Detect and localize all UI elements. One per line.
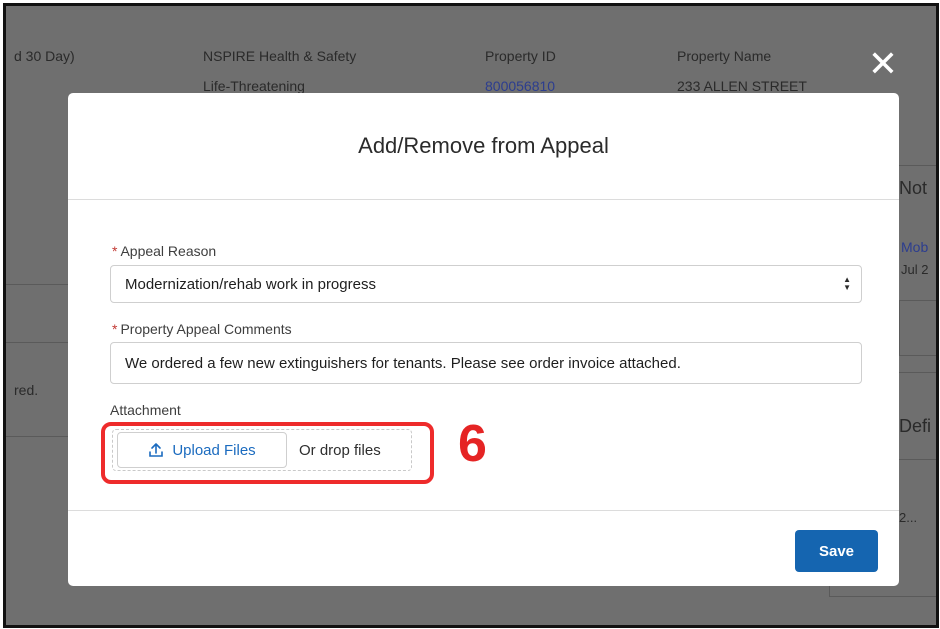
bg-health-safety-label: NSPIRE Health & Safety [203,48,357,64]
bg-property-name-label: Property Name [677,48,772,64]
comments-label: * Property Appeal Comments [112,321,292,337]
bg-divider [6,342,68,343]
select-arrows-icon: ▲ ▼ [843,275,851,292]
attachment-label: Attachment [110,402,181,418]
appeal-reason-label: * Appeal Reason [112,243,216,259]
comments-value: We ordered a few new extinguishers for t… [125,354,681,372]
bg-notes-heading: Not [899,178,928,198]
comments-label-text: Property Appeal Comments [120,321,292,337]
required-indicator: * [112,321,118,337]
bg-status-fragment: red. [14,382,39,398]
appeal-modal: Add/Remove from Appeal * Appeal Reason Mo… [68,93,899,586]
save-button[interactable]: Save [795,530,878,572]
appeal-reason-label-text: Appeal Reason [120,243,217,259]
bg-property-id-link[interactable]: 800056810 [485,78,555,94]
comments-input[interactable]: We ordered a few new extinguishers for t… [110,342,862,384]
bg-divider [899,165,936,166]
appeal-reason-value: Modernization/rehab work in progress [125,275,376,293]
bg-mob-link[interactable]: Mob [901,239,928,255]
annotation-step-number: 6 [458,415,487,473]
appeal-reason-select[interactable]: Modernization/rehab work in progress ▲ ▼ [110,265,862,303]
screenshot-frame: d 30 Day) NSPIRE Health & Safety Life-Th… [3,3,939,628]
bg-divider [6,284,68,285]
bg-deficiency-heading: Defi [899,416,932,436]
bg-divider [6,436,68,437]
bg-date: Jul 2 [901,262,929,277]
close-icon[interactable]: ✕ [866,46,900,82]
required-indicator: * [112,243,118,259]
bg-property-name-value: 233 ALLEN STREET [677,78,807,94]
bg-days-column: d 30 Day) [14,48,75,64]
bg-divider [899,372,936,373]
annotation-highlight-box [101,422,434,484]
modal-title: Add/Remove from Appeal [68,93,899,200]
bg-notes-box [899,300,936,356]
bg-property-id-label: Property ID [485,48,556,64]
modal-footer-divider [68,510,899,511]
bg-divider [899,459,936,460]
bg-health-safety-value: Life-Threatening [203,78,305,94]
bg-ellipsis-cell: 2... [899,510,918,525]
